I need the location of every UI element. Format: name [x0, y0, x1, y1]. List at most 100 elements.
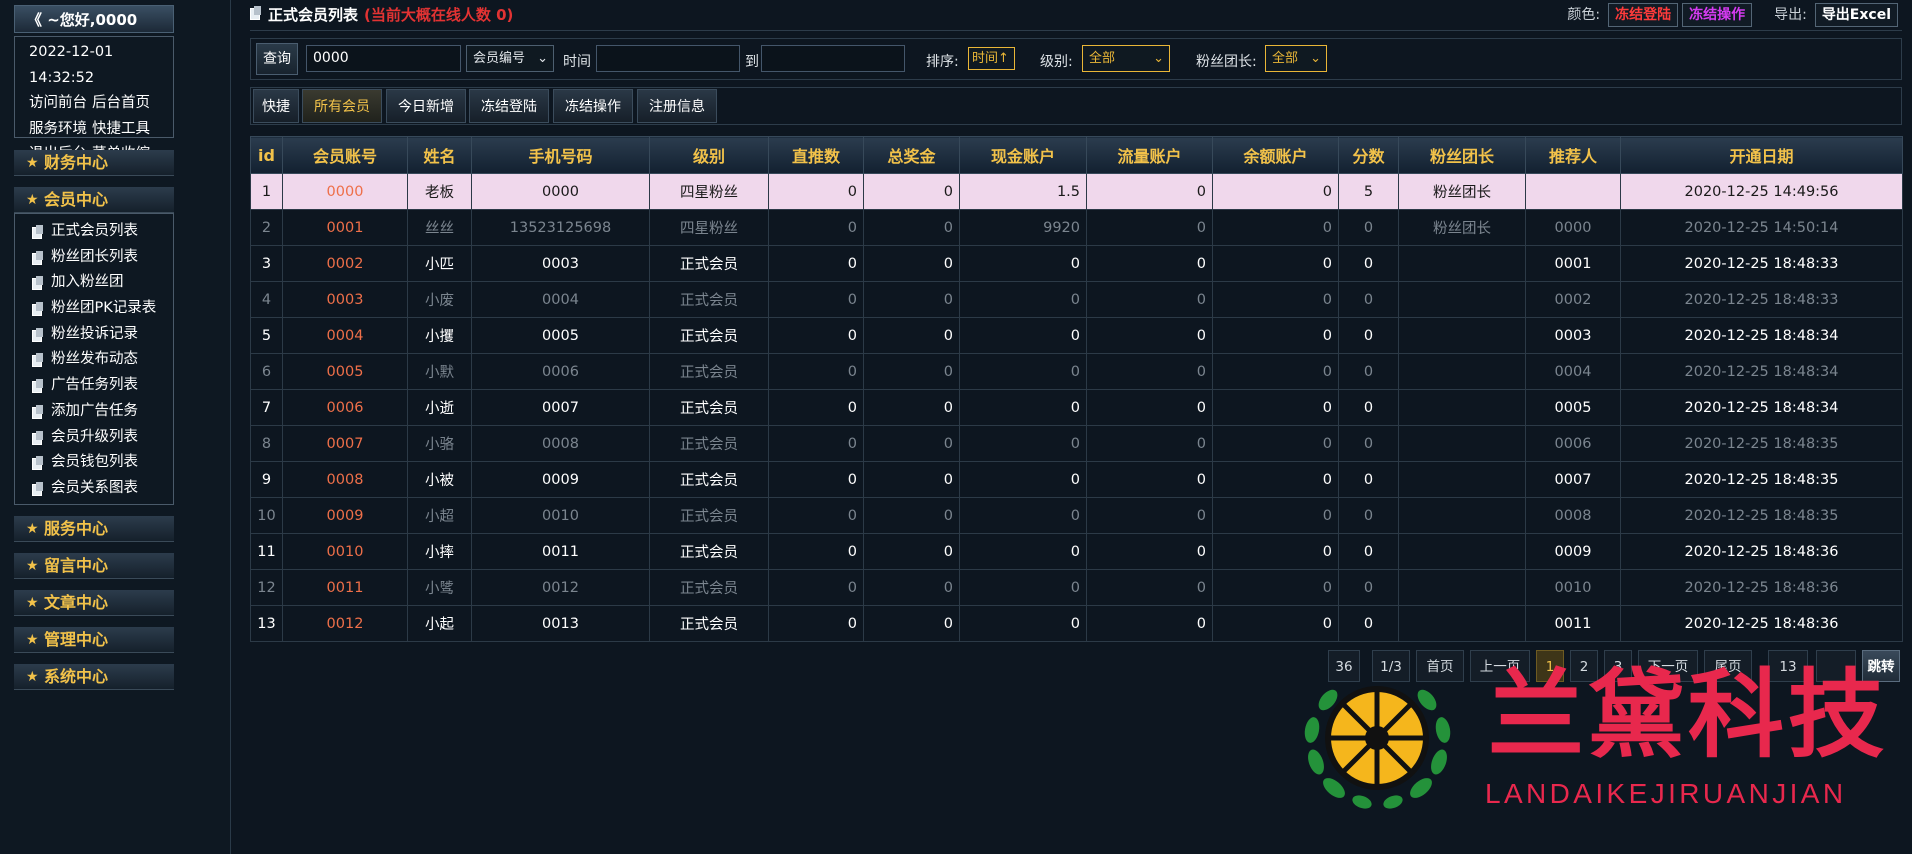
sidebar-item-relation-chart[interactable]: 会员关系图表 — [15, 476, 173, 502]
table-cell — [1398, 497, 1526, 534]
table-row[interactable]: 13 0012 小起 0013 正式会员 0 0 0 0 0 0 0011 2020-12-25 18:… — [250, 605, 1903, 642]
table-cell: 0 — [768, 461, 864, 498]
table-cell: 8 — [250, 425, 283, 462]
account-link[interactable]: 0011 — [282, 569, 408, 606]
sidebar-group-service[interactable]: ★ 服务中心 — [14, 516, 174, 542]
end-time-input[interactable] — [761, 45, 905, 72]
table-cell: 0012 — [471, 569, 650, 606]
account-link[interactable]: 0004 — [282, 317, 408, 354]
account-link[interactable]: 0012 — [282, 605, 408, 642]
column-header[interactable]: 余额账户 — [1212, 136, 1339, 174]
account-link[interactable]: 0002 — [282, 245, 408, 282]
sidebar-group-articles[interactable]: ★ 文章中心 — [14, 590, 174, 616]
table-cell: 0 — [1338, 353, 1399, 390]
sidebar-group-members[interactable]: ★ 会员中心 — [14, 187, 174, 213]
link-server-env[interactable]: 服务环境 — [29, 121, 87, 137]
table-row[interactable]: 10 0009 小超 0010 正式会员 0 0 0 0 0 0 0008 2020-12-25 18:… — [250, 497, 1903, 534]
tab-quick[interactable]: 快捷 — [253, 89, 299, 123]
account-link[interactable]: 0003 — [282, 281, 408, 318]
table-row[interactable]: 8 0007 小骆 0008 正式会员 0 0 0 0 0 0 0006 2020-12-25 18:4… — [250, 425, 1903, 462]
table-cell: 0 — [1212, 425, 1339, 462]
account-link[interactable]: 0010 — [282, 533, 408, 570]
tab-register-info[interactable]: 注册信息 — [637, 89, 717, 123]
table-cell: 0007 — [1525, 461, 1621, 498]
table-row[interactable]: 11 0010 小摔 0011 正式会员 0 0 0 0 0 0 0009 2020-12-25 18:… — [250, 533, 1903, 570]
link-admin-home[interactable]: 后台首页 — [92, 95, 150, 111]
sidebar-group-finance[interactable]: ★ 财务中心 — [14, 150, 174, 176]
sidebar-group-system[interactable]: ★ 系统中心 — [14, 664, 174, 690]
column-header[interactable]: 开通日期 — [1620, 136, 1903, 174]
link-visit-frontend[interactable]: 访问前台 — [29, 95, 87, 111]
fan-leader-select[interactable]: 全部 ⌄ — [1265, 45, 1327, 72]
table-cell: 正式会员 — [649, 245, 769, 282]
account-link[interactable]: 0009 — [282, 497, 408, 534]
column-header[interactable]: 级别 — [649, 136, 769, 174]
table-cell: 粉丝团长 — [1398, 173, 1526, 210]
sidebar-item-upgrade-list[interactable]: 会员升级列表 — [15, 425, 173, 451]
column-header[interactable]: id — [250, 136, 283, 174]
export-excel-button[interactable]: 导出Excel — [1814, 3, 1898, 27]
link-quick-tools[interactable]: 快捷工具 — [92, 121, 150, 137]
account-link[interactable]: 0007 — [282, 425, 408, 462]
tab-freeze-login[interactable]: 冻结登陆 — [469, 89, 549, 123]
tab-all-members[interactable]: 所有会员 — [302, 89, 382, 123]
query-button[interactable]: 查询 — [256, 43, 298, 75]
sidebar-item-fan-complaints[interactable]: 粉丝投诉记录 — [15, 322, 173, 348]
account-link[interactable]: 0001 — [282, 209, 408, 246]
table-row[interactable]: 12 0011 小骘 0012 正式会员 0 0 0 0 0 0 0010 2020-12-25 18:… — [250, 569, 1903, 606]
account-link[interactable]: 0006 — [282, 389, 408, 426]
sidebar-item-fan-pk-records[interactable]: 粉丝团PK记录表 — [15, 296, 173, 322]
table-row[interactable]: 9 0008 小被 0009 正式会员 0 0 0 0 0 0 0007 2020-12-25 18:4… — [250, 461, 1903, 498]
table-cell: 小骘 — [407, 569, 472, 606]
table-row[interactable]: 2 0001 丝丝 13523125698 四星粉丝 0 0 9920 0 0 0 粉丝团长 0000 2… — [250, 209, 1903, 246]
column-header[interactable]: 会员账号 — [282, 136, 408, 174]
table-cell — [1398, 281, 1526, 318]
column-header[interactable]: 粉丝团长 — [1398, 136, 1526, 174]
column-header[interactable]: 现金账户 — [959, 136, 1087, 174]
table-cell: 0011 — [1525, 605, 1621, 642]
tab-today-new[interactable]: 今日新增 — [386, 89, 466, 123]
column-header[interactable]: 分数 — [1338, 136, 1399, 174]
level-label: 级别: — [1040, 54, 1073, 70]
sidebar-item-ad-task-list[interactable]: 广告任务列表 — [15, 373, 173, 399]
table-row[interactable]: 4 0003 小废 0004 正式会员 0 0 0 0 0 0 0002 2020-12-25 18:4… — [250, 281, 1903, 318]
sidebar-item-member-list[interactable]: 正式会员列表 — [15, 219, 173, 245]
column-header[interactable]: 手机号码 — [471, 136, 650, 174]
table-row[interactable]: 3 0002 小匹 0003 正式会员 0 0 0 0 0 0 0001 2020-12-25 18:4… — [250, 245, 1903, 282]
column-header[interactable]: 直推数 — [768, 136, 864, 174]
sidebar-item-wallet-list[interactable]: 会员钱包列表 — [15, 450, 173, 476]
color-freeze-login-button[interactable]: 冻结登陆 — [1608, 3, 1679, 27]
column-header[interactable]: 总奖金 — [863, 136, 960, 174]
account-link[interactable]: 0005 — [282, 353, 408, 390]
sidebar-greeting[interactable]: 《 ~您好,0000 — [14, 5, 174, 33]
account-link[interactable]: 0008 — [282, 461, 408, 498]
tab-freeze-operation[interactable]: 冻结操作 — [553, 89, 633, 123]
table-cell: 0005 — [1525, 389, 1621, 426]
table-row[interactable]: 6 0005 小默 0006 正式会员 0 0 0 0 0 0 0004 2020-12-25 18:4… — [250, 353, 1903, 390]
sidebar-group-management[interactable]: ★ 管理中心 — [14, 627, 174, 653]
table-row[interactable]: 5 0004 小攫 0005 正式会员 0 0 0 0 0 0 0003 2020-12-25 18:4… — [250, 317, 1903, 354]
sidebar-item-fan-posts[interactable]: 粉丝发布动态 — [15, 347, 173, 373]
field-select[interactable]: 会员编号 ⌄ — [466, 45, 554, 72]
table-row[interactable]: 7 0006 小逝 0007 正式会员 0 0 0 0 0 0 0005 2020-12-25 18:4… — [250, 389, 1903, 426]
column-header[interactable]: 推荐人 — [1525, 136, 1621, 174]
sidebar-item-add-ad-task[interactable]: 添加广告任务 — [15, 399, 173, 425]
keyword-input[interactable]: 0000 — [306, 45, 461, 72]
table-cell: 0005 — [471, 317, 650, 354]
start-time-input[interactable] — [596, 45, 740, 72]
table-row[interactable]: 1 0000 老板 0000 四星粉丝 0 0 1.5 0 0 5 粉丝团长 2020-12-25 14… — [250, 173, 1903, 210]
account-link[interactable]: 0000 — [282, 173, 408, 210]
sort-select[interactable]: 时间↑ — [968, 47, 1015, 70]
table-cell: 0 — [1212, 209, 1339, 246]
column-header[interactable]: 流量账户 — [1086, 136, 1213, 174]
level-select[interactable]: 全部 ⌄ — [1082, 45, 1170, 72]
table-cell: 正式会员 — [649, 461, 769, 498]
color-freeze-operation-button[interactable]: 冻结操作 — [1682, 3, 1753, 27]
table-cell: 13523125698 — [471, 209, 650, 246]
table-cell: 0 — [1212, 605, 1339, 642]
sidebar-item-join-fan-club[interactable]: 加入粉丝团 — [15, 270, 173, 296]
column-header[interactable]: 姓名 — [407, 136, 472, 174]
sidebar-item-fan-leader-list[interactable]: 粉丝团长列表 — [15, 245, 173, 271]
sidebar-group-messages[interactable]: ★ 留言中心 — [14, 553, 174, 579]
table-cell: 0 — [959, 425, 1087, 462]
